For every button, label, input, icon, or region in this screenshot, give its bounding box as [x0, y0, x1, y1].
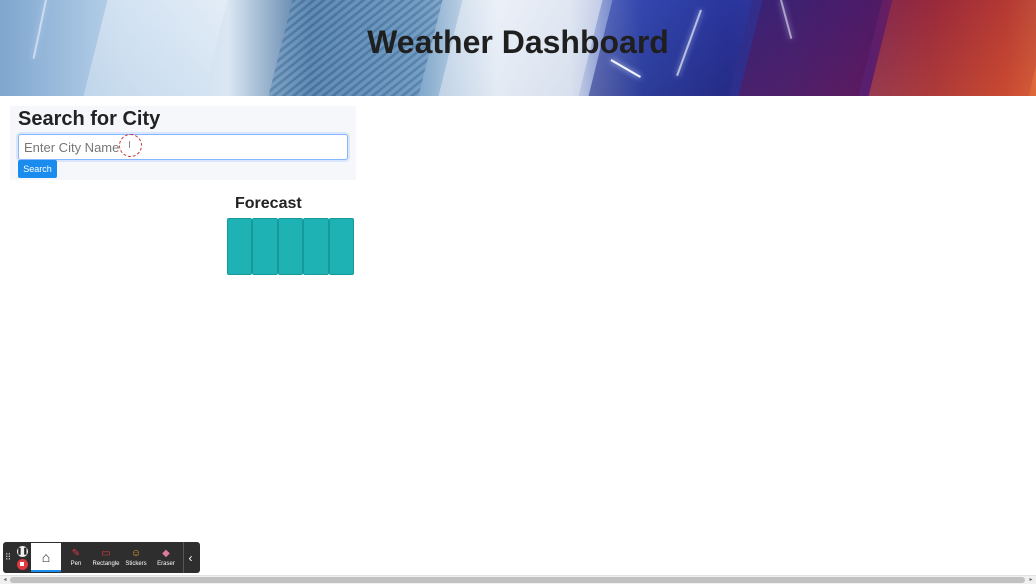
pen-icon: ✎ [71, 547, 81, 559]
forecast-card-1 [227, 218, 253, 275]
pause-icon[interactable]: ❚❚ [16, 545, 28, 557]
page: Weather Dashboard Search for City Search… [0, 0, 1036, 584]
pen-label: Pen [70, 560, 82, 567]
rectangle-label: Rectangle [92, 560, 120, 567]
scrollbar-thumb[interactable] [10, 577, 1025, 583]
stickers-icon: ☺ [130, 547, 142, 559]
search-heading: Search for City [18, 108, 161, 130]
search-button[interactable]: Search [18, 160, 57, 178]
stickers-tool-button[interactable]: ☺ Stickers [121, 542, 151, 573]
forecast-card-5 [328, 218, 354, 275]
search-card: Search for City Search [10, 106, 356, 180]
city-search-input[interactable] [18, 134, 348, 160]
rectangle-tool-button[interactable]: ▭ Rectangle [91, 542, 121, 573]
drag-handle-icon[interactable]: ⠿ [3, 542, 13, 573]
stop-icon[interactable] [16, 558, 28, 570]
collapse-toolbar-icon[interactable]: ‹ [183, 542, 197, 573]
annotation-toolbar: ⠿ ❚❚ ⌂ ✎ Pen ▭ Rectangle ☺ Stickers ◆ Er… [3, 542, 200, 573]
horizontal-scrollbar[interactable]: ◂ ▸ [0, 575, 1036, 584]
forecast-card-3 [277, 218, 304, 275]
text-cursor-icon: I [128, 140, 131, 151]
home-tool-button[interactable]: ⌂ [31, 543, 61, 572]
eraser-label: Eraser [157, 560, 175, 567]
forecast-heading: Forecast [235, 195, 302, 212]
forecast-card-2 [252, 218, 278, 275]
header-banner: Weather Dashboard [0, 0, 1036, 96]
rectangle-icon: ▭ [101, 547, 111, 559]
scroll-left-icon[interactable]: ◂ [1, 576, 9, 584]
stickers-label: Stickers [125, 560, 147, 567]
home-icon: ⌂ [41, 548, 51, 565]
forecast-cards [227, 218, 354, 275]
scroll-right-icon[interactable]: ▸ [1027, 576, 1035, 584]
pen-tool-button[interactable]: ✎ Pen [61, 542, 91, 573]
eraser-icon: ◆ [162, 547, 170, 559]
forecast-card-4 [303, 218, 329, 275]
eraser-tool-button[interactable]: ◆ Eraser [151, 542, 181, 573]
page-title: Weather Dashboard [367, 24, 669, 60]
